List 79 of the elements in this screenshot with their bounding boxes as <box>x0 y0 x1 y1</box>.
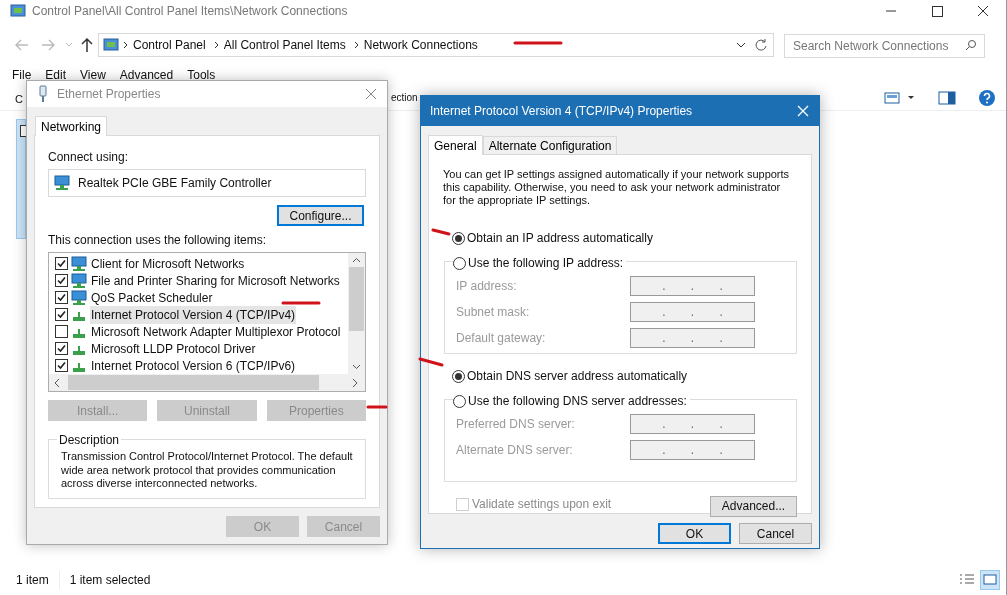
radio-button[interactable] <box>452 231 465 245</box>
scroll-right-icon[interactable] <box>350 377 360 388</box>
checkbox[interactable] <box>55 291 68 304</box>
advanced-button[interactable]: Advanced... <box>710 495 797 517</box>
intro-text: You can get IP settings assigned automatically if your network supports this capability. Otherwise, you need to ask your network administrator for the appropriate IP settings. <box>443 168 791 207</box>
large-icons-view-icon[interactable] <box>980 570 1000 590</box>
breadcrumb[interactable]: Network Connections <box>363 36 478 54</box>
radio-label[interactable]: Use the following DNS server addresses: <box>468 392 687 410</box>
list-item[interactable]: Microsoft Network Adapter Multiplexor Protocol <box>90 322 342 341</box>
list-item[interactable]: Client for Microsoft Networks <box>90 254 246 273</box>
tab[interactable]: General <box>428 135 483 155</box>
preview-pane-icon[interactable] <box>938 90 956 105</box>
menu-item[interactable]: Advanced <box>119 66 174 84</box>
checkbox[interactable] <box>55 308 68 321</box>
checkbox[interactable] <box>55 359 68 372</box>
checkbox[interactable] <box>55 257 68 270</box>
annotation-mark <box>430 227 452 237</box>
help-icon[interactable] <box>978 88 996 107</box>
control-panel-icon <box>10 3 26 19</box>
field-label: Default gateway: <box>456 330 547 347</box>
vertical-scrollbar[interactable] <box>348 253 365 374</box>
list-item[interactable]: Microsoft LLDP Protocol Driver <box>90 339 257 358</box>
toolbar-item[interactable]: ection <box>391 90 418 105</box>
up-arrow-icon[interactable] <box>80 37 94 53</box>
menu-item[interactable]: Tools <box>187 66 216 84</box>
menu-item[interactable]: Edit <box>45 66 67 84</box>
search-field[interactable]: Search Network Connections <box>784 34 985 58</box>
radio-button[interactable] <box>453 394 466 408</box>
menu-item[interactable]: View <box>80 66 106 84</box>
dialog-button[interactable]: OK <box>658 523 731 544</box>
checkbox[interactable] <box>55 274 68 287</box>
list-item[interactable]: QoS Packet Scheduler <box>90 288 214 307</box>
tab[interactable]: Alternate Configuration <box>482 136 618 154</box>
refresh-icon[interactable] <box>753 37 769 53</box>
field-label: This connection uses the following items: <box>48 232 268 249</box>
radio-label[interactable]: Obtain an IP address automatically <box>467 229 653 247</box>
search-icon <box>965 39 977 51</box>
computer-icon <box>54 175 70 191</box>
dialog-button[interactable]: Cancel <box>739 523 812 544</box>
radio-label[interactable]: Use the following IP address: <box>468 254 624 272</box>
menu-item[interactable]: File <box>12 66 32 84</box>
configure-button[interactable]: Configure... <box>277 205 364 226</box>
radio-button[interactable] <box>452 369 465 383</box>
list-item[interactable]: File and Printer Sharing for Microsoft Networks <box>90 271 341 290</box>
annotation-mark <box>280 300 322 306</box>
field-label: Subnet mask: <box>456 304 531 321</box>
radio-label[interactable]: Obtain DNS server address automatically <box>467 367 688 385</box>
annotation-mark <box>512 40 564 46</box>
list-item[interactable]: Internet Protocol Version 6 (TCP/IPv6) <box>90 356 297 374</box>
field-label: IP address: <box>456 278 518 295</box>
address-bar[interactable]: Control Panel All Control Panel Items Network Connections <box>98 33 774 57</box>
dialog-title: Ethernet Properties <box>57 86 161 103</box>
radio-button[interactable] <box>453 256 466 270</box>
adapter-field: Realtek PCIe GBE Family Controller <box>48 169 366 197</box>
field-label: Connect using: <box>48 149 130 166</box>
window-title: Control Panel\All Control Panel Items\Network Connections <box>32 3 348 20</box>
computer-icon <box>71 289 87 306</box>
computer-icon <box>71 255 87 272</box>
plug-icon <box>37 85 49 103</box>
control-panel-icon <box>103 37 119 53</box>
breadcrumb[interactable]: All Control Panel Items <box>223 36 346 54</box>
scroll-left-icon[interactable] <box>52 377 62 388</box>
chevron-down-icon[interactable] <box>735 40 747 50</box>
description-text: Transmission Control Protocol/Internet Protocol. The default wide area network protocol that provides communication across diverse interconnected networks. <box>61 450 353 491</box>
breadcrumb[interactable]: Control Panel <box>133 36 206 54</box>
horizontal-scrollbar[interactable] <box>49 374 365 391</box>
checkbox[interactable] <box>55 325 68 338</box>
field-label: Preferred DNS server: <box>456 416 576 433</box>
dialog-title: Internet Protocol Version 4 (TCP/IPv4) Properties <box>430 103 693 120</box>
field-label: Alternate DNS server: <box>456 442 574 459</box>
tab[interactable]: Networking <box>35 116 108 136</box>
status-text: 1 item selected <box>68 572 151 589</box>
connection-tile[interactable] <box>16 119 26 239</box>
computer-icon <box>71 272 87 289</box>
annotation-mark <box>417 356 445 368</box>
status-text: 1 item <box>16 571 60 589</box>
toolbar-item[interactable]: C <box>15 92 23 105</box>
checkbox[interactable] <box>55 342 68 355</box>
list-item[interactable]: Internet Protocol Version 4 (TCP/IPv4) <box>90 305 297 324</box>
